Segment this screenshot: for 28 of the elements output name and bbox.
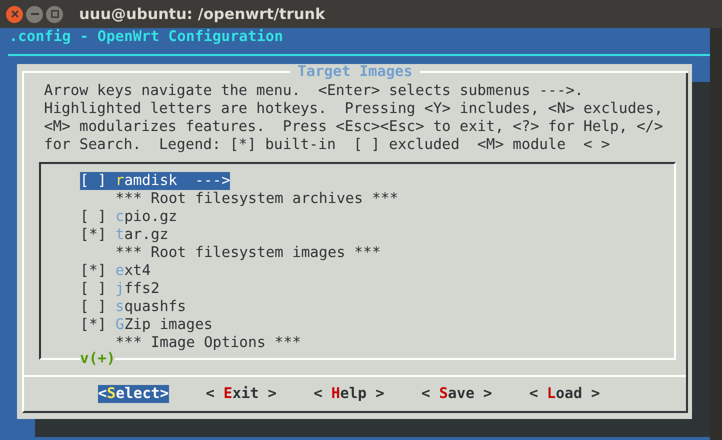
- maximize-icon: [50, 10, 58, 18]
- help-text: Arrow keys navigate the menu. <Enter> selects submenus --->.: [44, 82, 584, 100]
- menu-comment: *** Image Options ***: [115, 332, 302, 353]
- menu-item[interactable]: [ ] ramdisk --->: [80, 172, 230, 190]
- help-text: <M> modularizes features. Press <Esc><Esc> to exit, <?> for Help, </>: [44, 118, 664, 136]
- dialog-button[interactable]: < Help >: [314, 385, 384, 403]
- dialog-title: Target Images: [296, 62, 414, 82]
- help-text: for Search. Legend: [*] built-in [ ] excluded <M> module < >: [44, 136, 611, 154]
- menu-item[interactable]: [ ] squashfs: [80, 298, 186, 316]
- dialog-button[interactable]: < Exit >: [206, 385, 277, 403]
- close-icon: [10, 10, 18, 18]
- maximize-button[interactable]: [46, 6, 63, 22]
- close-button[interactable]: [6, 6, 23, 22]
- dialog-button[interactable]: < Load >: [529, 385, 600, 403]
- window-title: uuu@ubuntu: /openwrt/trunk: [79, 4, 326, 25]
- menu-item[interactable]: [ ] cpio.gz: [80, 208, 178, 226]
- menu-comment: *** Root filesystem archives ***: [115, 188, 398, 209]
- minimize-icon: [30, 13, 38, 15]
- dialog-button[interactable]: < Save >: [421, 385, 492, 403]
- minimize-button[interactable]: [26, 6, 43, 22]
- menu-item[interactable]: [*] ext4: [80, 262, 151, 280]
- menu-comment: *** Root filesystem images ***: [115, 242, 381, 263]
- dialog-button[interactable]: <Select>: [98, 385, 169, 403]
- config-title: .config - OpenWrt Configuration: [9, 26, 284, 47]
- menu-item[interactable]: [*] GZip images: [80, 316, 213, 334]
- menu-item[interactable]: [ ] j ffs2: [80, 280, 160, 298]
- menu-item[interactable]: [*] tar.gz: [80, 226, 168, 244]
- help-text: Highlighted letters are hotkeys. Pressing <Y> includes, <N> excludes,: [44, 100, 664, 118]
